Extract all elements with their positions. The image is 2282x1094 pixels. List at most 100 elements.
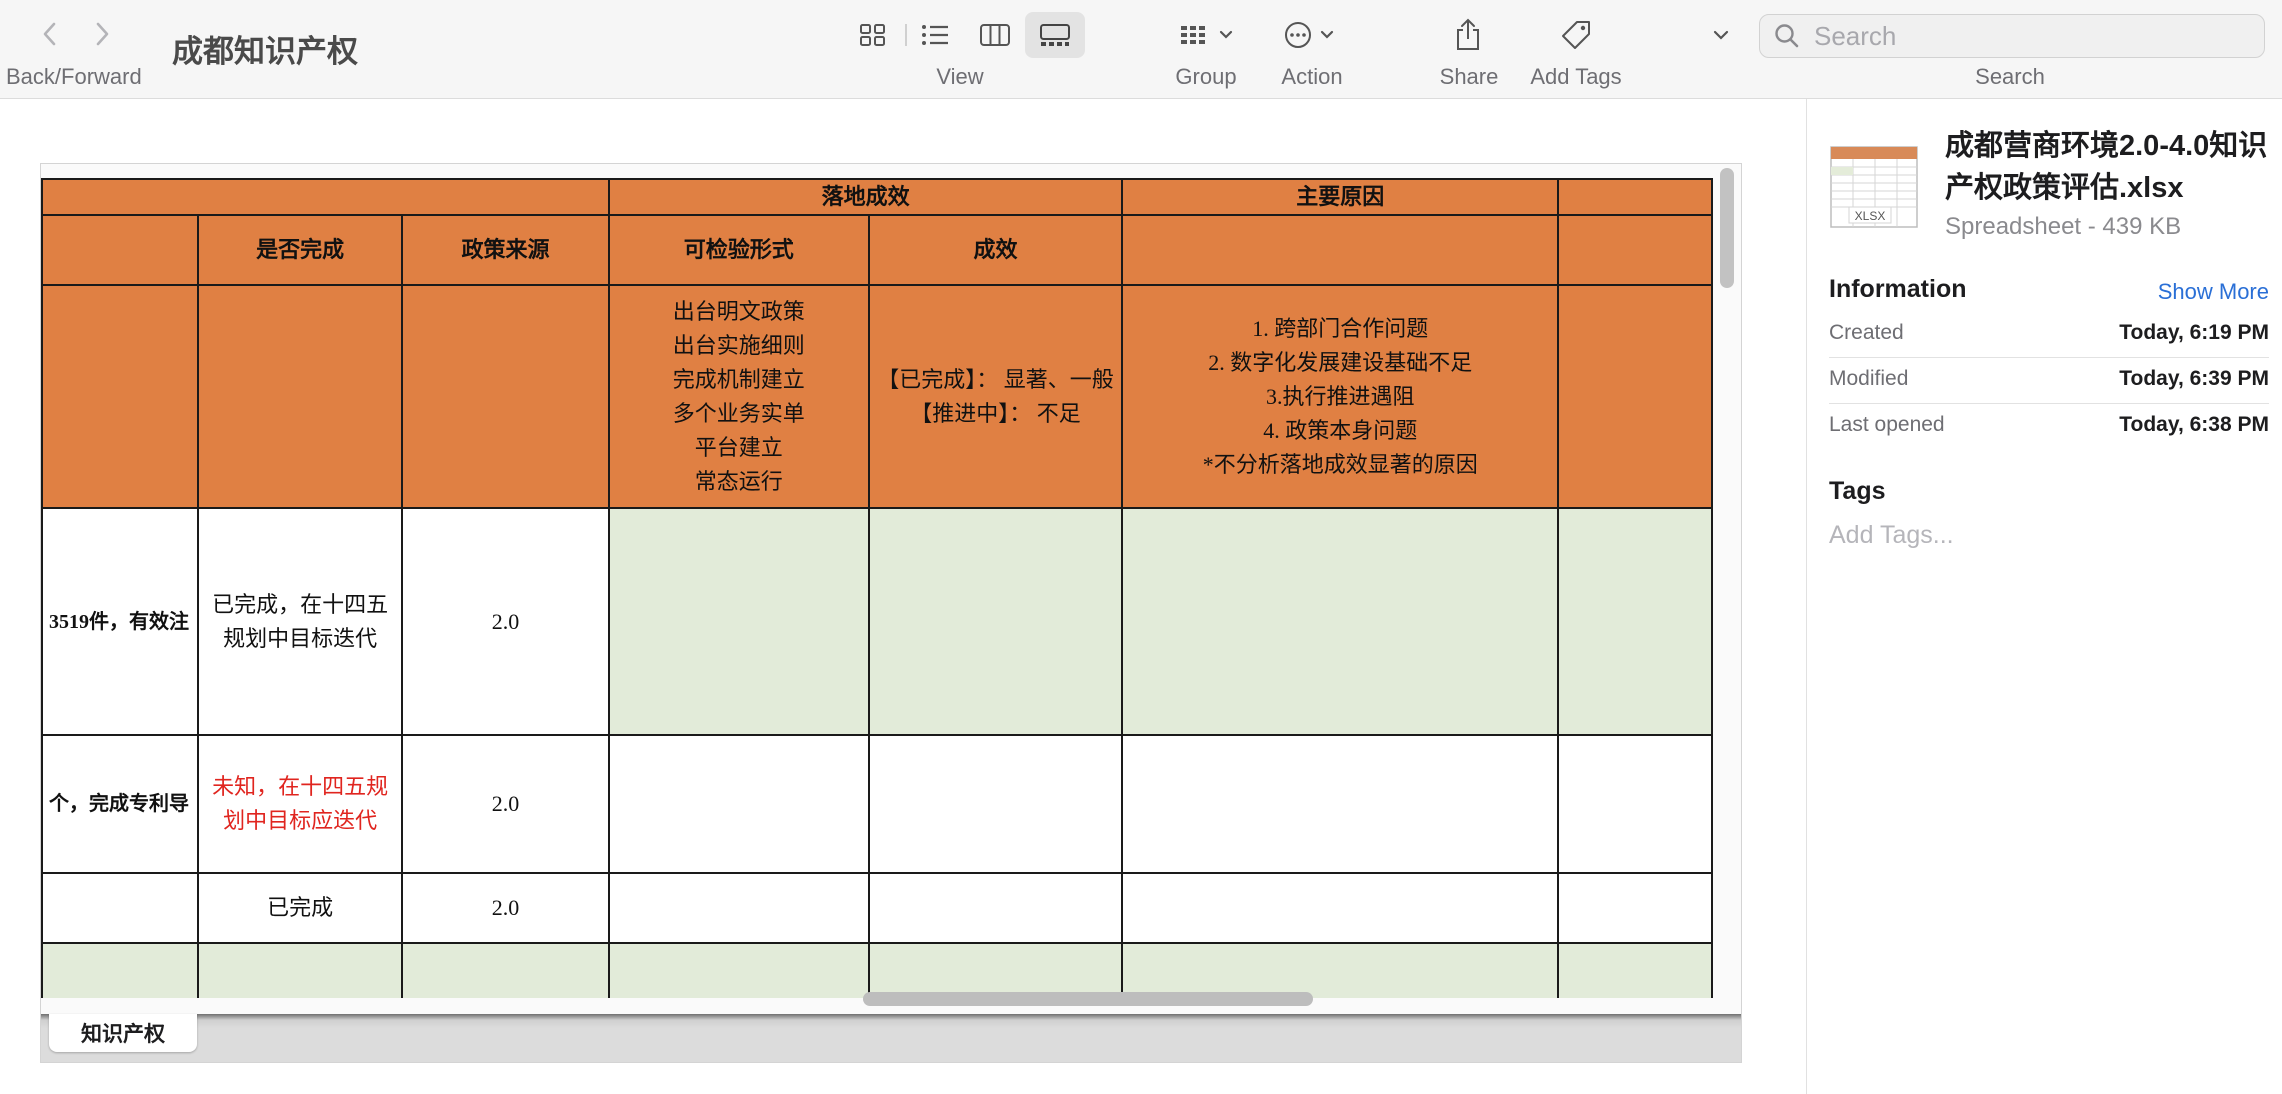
cell-empty bbox=[607, 734, 870, 874]
chevron-right-icon bbox=[96, 22, 109, 46]
grid-icon bbox=[860, 24, 885, 46]
note-line: 4. 政策本身问题 bbox=[1263, 417, 1418, 443]
finder-toolbar: Back/Forward 成都知识产权 View Group Action Sh… bbox=[0, 0, 2282, 99]
header-cell-blank bbox=[41, 284, 199, 509]
chevron-down-icon bbox=[1713, 30, 1729, 40]
back-button[interactable] bbox=[30, 14, 70, 54]
gallery-view-button[interactable] bbox=[1025, 12, 1085, 58]
header-cell-blank bbox=[1121, 214, 1560, 286]
show-more-link[interactable]: Show More bbox=[2158, 279, 2269, 305]
preview-area: 落地成效 主要原因 是否完成 政策来源 可检验形式 成效 出台明文政策 出台实施… bbox=[0, 99, 1806, 1094]
verifiable-notes: 出台明文政策 出台实施细则 完成机制建立 多个业务实单 平台建立 常态运行 bbox=[607, 284, 870, 509]
list-view-button[interactable] bbox=[905, 12, 965, 58]
tags-title: Tags bbox=[1829, 477, 1886, 505]
cell-empty bbox=[867, 507, 1124, 736]
thumb-badge: XLSX bbox=[1855, 209, 1886, 223]
header-row-columns: 是否完成 政策来源 可检验形式 成效 bbox=[41, 214, 1713, 286]
table-row bbox=[41, 942, 1713, 998]
note-line: 常态运行 bbox=[694, 468, 783, 494]
note-line: 完成机制建立 bbox=[672, 366, 805, 392]
effect-notes: 【已完成】： 显著、一般 【推进中】： 不足 bbox=[867, 284, 1124, 509]
forward-button[interactable] bbox=[82, 14, 122, 54]
info-value: Today, 6:19 PM bbox=[2119, 321, 2269, 344]
cell-complete: 已完成，在十四五规划中目标迭代 bbox=[196, 507, 404, 736]
view-label: View bbox=[936, 64, 984, 89]
file-name: 成都营商环境2.0-4.0知识产权政策评估.xlsx bbox=[1945, 130, 2268, 204]
info-key: Last opened bbox=[1829, 413, 1945, 436]
column-header-complete: 是否完成 bbox=[196, 214, 404, 286]
window-title: 成都知识产权 bbox=[172, 34, 358, 69]
share-button[interactable] bbox=[1450, 12, 1486, 58]
chevron-left-icon bbox=[43, 22, 56, 46]
cell-empty bbox=[1121, 734, 1560, 874]
info-value: Today, 6:38 PM bbox=[2119, 413, 2269, 436]
sheet-tab-bar: 知识产权 bbox=[41, 1014, 1741, 1062]
sheet-tab[interactable]: 知识产权 bbox=[49, 1014, 197, 1052]
header-cell-blank bbox=[1557, 284, 1713, 509]
cell-empty bbox=[867, 942, 1124, 998]
info-key: Modified bbox=[1829, 367, 1909, 390]
cell-source: 2.0 bbox=[401, 734, 610, 874]
file-thumbnail: XLSX bbox=[1829, 145, 1919, 229]
add-tags-field[interactable]: Add Tags... bbox=[1829, 521, 1954, 550]
header-cell-blank bbox=[196, 284, 404, 509]
header-cell-blank bbox=[41, 214, 199, 286]
note-line: *不分析落地成效显著的原因 bbox=[1202, 451, 1478, 477]
xlsx-file-icon: XLSX bbox=[1830, 146, 1918, 228]
back-forward-label: Back/Forward bbox=[6, 64, 142, 89]
info-row-created: Created Today, 6:19 PM bbox=[1829, 311, 2269, 358]
info-row-last-opened: Last opened Today, 6:38 PM bbox=[1829, 403, 2269, 449]
share-label: Share bbox=[1439, 64, 1499, 89]
cell-source: 2.0 bbox=[401, 507, 610, 736]
spreadsheet-preview[interactable]: 落地成效 主要原因 是否完成 政策来源 可检验形式 成效 出台明文政策 出台实施… bbox=[40, 163, 1742, 1063]
gallery-icon bbox=[1040, 24, 1070, 46]
reasons-notes: 1. 跨部门合作问题 2. 数字化发展建设基础不足 3.执行推进遇阻 4. 政策… bbox=[1121, 284, 1560, 509]
table-row: 个，完成专利导 未知，在十四五规划中目标应迭代 2.0 bbox=[41, 734, 1713, 874]
cell-empty bbox=[607, 872, 870, 944]
search-input[interactable] bbox=[1812, 15, 2256, 57]
group-label: Group bbox=[1175, 64, 1237, 89]
note-line: 出台明文政策 bbox=[672, 298, 805, 324]
cell-complete: 未知，在十四五规划中目标应迭代 bbox=[196, 734, 404, 874]
header-cell-blank bbox=[1557, 214, 1713, 286]
note-line: 2. 数字化发展建设基础不足 bbox=[1208, 349, 1473, 375]
group-button[interactable] bbox=[1172, 12, 1244, 58]
note-line: 【推进中】： 不足 bbox=[910, 400, 1081, 426]
horizontal-scrollbar[interactable] bbox=[863, 992, 1313, 1006]
info-inspector: XLSX 成都营商环境2.0-4.0知识产权政策评估.xlsx Spreadsh… bbox=[1806, 99, 2282, 1094]
note-line: 1. 跨部门合作问题 bbox=[1252, 315, 1429, 341]
info-row-modified: Modified Today, 6:39 PM bbox=[1829, 357, 2269, 404]
more-toolbar-button[interactable] bbox=[1706, 12, 1736, 58]
file-kind: Spreadsheet - 439 KB bbox=[1945, 213, 2182, 240]
sheet-grid: 落地成效 主要原因 是否完成 政策来源 可检验形式 成效 出台明文政策 出台实施… bbox=[41, 178, 1713, 998]
cell-empty bbox=[1557, 872, 1713, 944]
cell-empty bbox=[867, 734, 1124, 874]
cell-partial-text: 个，完成专利导 bbox=[41, 734, 199, 874]
action-button[interactable] bbox=[1280, 12, 1346, 58]
column-header-source: 政策来源 bbox=[401, 214, 610, 286]
add-tags-button[interactable] bbox=[1558, 12, 1594, 58]
header-row-groups: 落地成效 主要原因 bbox=[41, 178, 1713, 216]
search-field[interactable] bbox=[1759, 14, 2265, 58]
cell-empty bbox=[401, 942, 610, 998]
add-tags-label: Add Tags bbox=[1530, 64, 1622, 89]
header-group-reasons: 主要原因 bbox=[1121, 178, 1560, 216]
cell-empty bbox=[1557, 734, 1713, 874]
sheet-grid-viewport[interactable]: 落地成效 主要原因 是否完成 政策来源 可检验形式 成效 出台明文政策 出台实施… bbox=[41, 178, 1713, 998]
cell-empty bbox=[607, 942, 870, 998]
vertical-scrollbar[interactable] bbox=[1720, 168, 1734, 288]
group-icon bbox=[1181, 26, 1233, 44]
column-view-button[interactable] bbox=[965, 12, 1025, 58]
icon-view-button[interactable] bbox=[843, 12, 903, 58]
cell-empty bbox=[1121, 872, 1560, 944]
cell-empty bbox=[867, 872, 1124, 944]
note-line: 多个业务实单 bbox=[672, 400, 805, 426]
tag-icon bbox=[1562, 21, 1590, 49]
action-label: Action bbox=[1281, 64, 1343, 89]
info-key: Created bbox=[1829, 321, 1904, 344]
cell-empty bbox=[196, 942, 404, 998]
table-row: 3519件，有效注 已完成，在十四五规划中目标迭代 2.0 bbox=[41, 507, 1713, 736]
cell-complete: 已完成 bbox=[196, 872, 404, 944]
ellipsis-circle-icon bbox=[1285, 22, 1334, 48]
cell-empty bbox=[1121, 942, 1560, 998]
